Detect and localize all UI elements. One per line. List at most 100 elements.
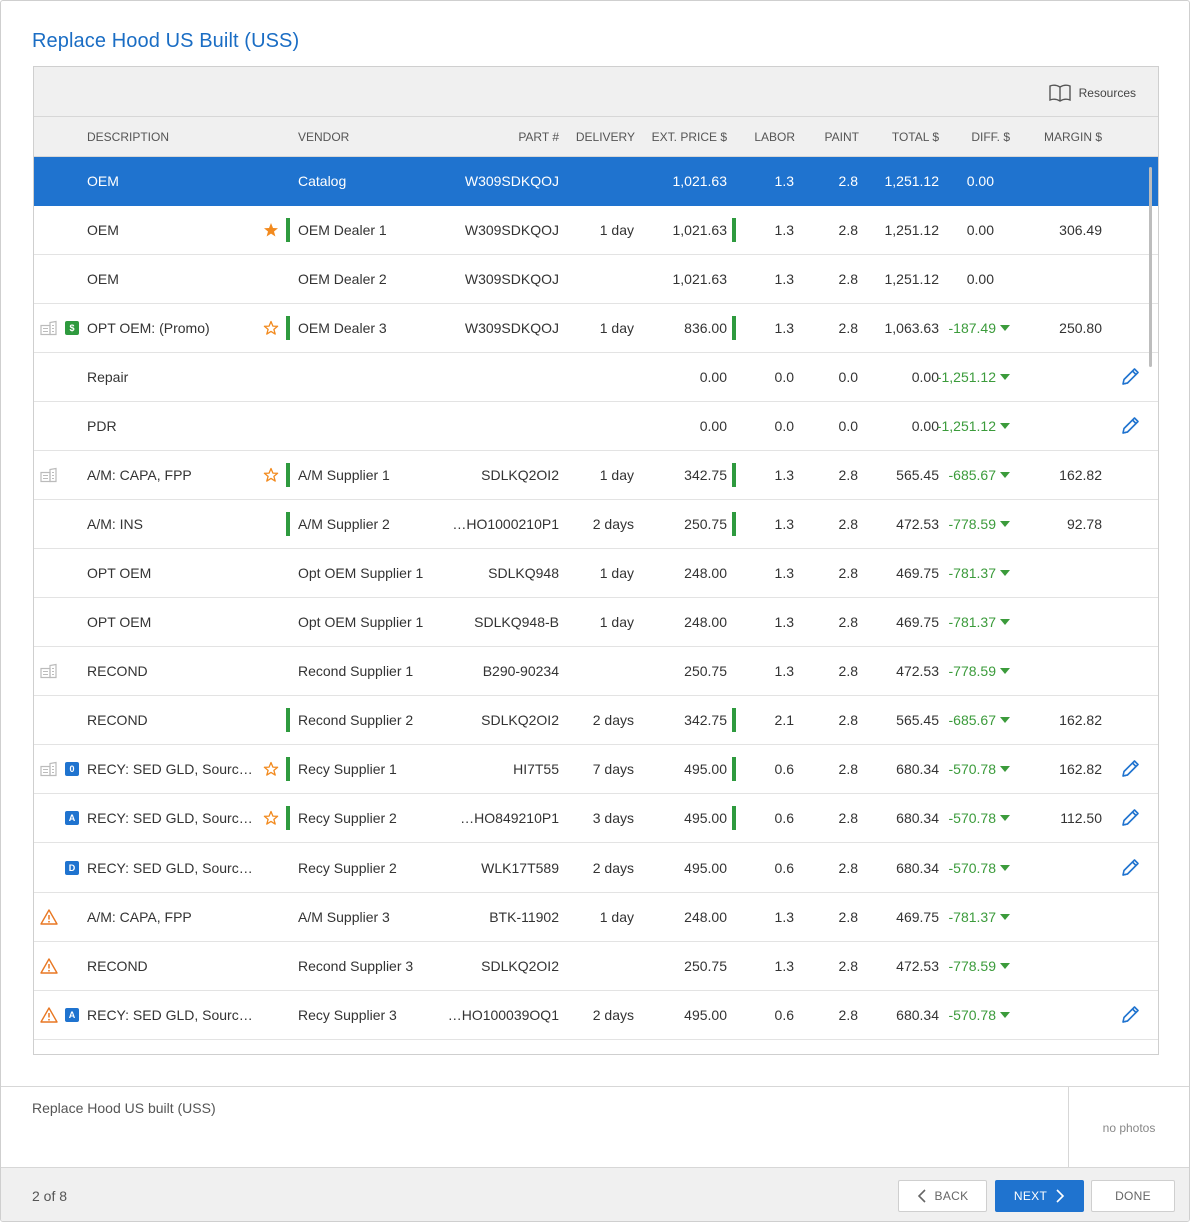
star-outline-icon[interactable]: [263, 810, 279, 826]
table-row[interactable]: A RECY: SED GLD, Source VI… Recy Supplier …: [34, 991, 1158, 1040]
cell-part: W309SDKQOJ: [464, 222, 559, 238]
table-row[interactable]: RECOND Recond Supplier 2 SDLKQ2OI2 2 days 34…: [34, 696, 1158, 745]
cell-part: B290-90234: [482, 663, 559, 679]
next-button[interactable]: NEXT: [995, 1180, 1084, 1212]
col-paint[interactable]: PAINT: [825, 130, 859, 144]
star-outline-icon[interactable]: [263, 761, 279, 777]
cell-labor: 0.6: [774, 810, 794, 826]
col-part[interactable]: PART #: [518, 130, 559, 144]
col-ext-price[interactable]: EXT. PRICE $: [652, 130, 727, 144]
col-diff[interactable]: DIFF. $: [971, 130, 1010, 144]
table-row[interactable]: OEM OEM Dealer 2 W309SDKQOJ 1,021.63 1.3 2.8 1…: [34, 255, 1158, 304]
cell-ext-price: 495.00: [684, 859, 727, 876]
table-row[interactable]: RECOND Recond Supplier 1 B290-90234 250.75 1…: [34, 647, 1158, 696]
done-button[interactable]: DONE: [1091, 1180, 1175, 1212]
cell-part: SDLKQ2OI2: [481, 958, 559, 974]
star-outline-icon[interactable]: [263, 320, 279, 336]
cell-labor: 1.3: [774, 320, 794, 336]
resources-button[interactable]: Resources: [1048, 82, 1136, 104]
cell-description: OEM: [87, 271, 119, 287]
col-margin[interactable]: MARGIN $: [1044, 130, 1102, 144]
cell-labor: 1.3: [774, 222, 794, 238]
cell-description: RECY: SED GLD, Source VI…: [87, 859, 259, 876]
cell-paint: 0.0: [838, 369, 858, 385]
scrollbar-thumb[interactable]: [1149, 167, 1152, 367]
cell-delivery: 7 days: [592, 761, 634, 777]
vendor-status-bar: [286, 708, 290, 732]
pencil-icon[interactable]: [1119, 415, 1141, 437]
dialog-title: Replace Hood US Built (USS): [32, 30, 300, 52]
table-row[interactable]: RECOND Recond Supplier 3 SDLKQ2OI2 250.75 1.…: [34, 942, 1158, 991]
warning-icon: [40, 909, 58, 925]
source-badge: A: [65, 1008, 79, 1022]
table-row[interactable]: A RECY: SED GLD, Source VI… Recy Supplier …: [34, 794, 1158, 843]
cell-ext-price: 1,021.63: [672, 222, 728, 238]
cell-paint: 2.8: [838, 810, 858, 826]
cell-total: 680.34: [896, 1007, 939, 1023]
col-labor[interactable]: LABOR: [754, 130, 795, 144]
cell-total: 0.00: [911, 418, 939, 434]
table-row[interactable]: $ OPT OEM: (Promo) OEM Dealer 3 W309SDKQOJ 1…: [34, 304, 1158, 353]
pencil-icon[interactable]: [1119, 366, 1141, 388]
cell-paint: 2.8: [838, 958, 858, 974]
table-row[interactable]: A/M: CAPA, FPP A/M Supplier 3 BTK-11902 1 d…: [34, 893, 1158, 942]
cell-ext-price: 250.75: [684, 663, 727, 679]
table-row[interactable]: A/M: INS A/M Supplier 2 …HO1000210P1 2 days…: [34, 500, 1158, 549]
cell-labor: 2.1: [774, 712, 794, 728]
col-description[interactable]: DESCRIPTION: [87, 130, 169, 144]
pencil-icon[interactable]: [1119, 807, 1141, 829]
cell-ext-price: 1,021.63: [672, 173, 728, 189]
parts-grid: Resources DESCRIPTION VENDOR PART # DELI…: [33, 66, 1159, 1055]
table-row[interactable]: A/M: CAPA, FPP A/M Supplier 1 SDLKQ2OI2 1 d…: [34, 451, 1158, 500]
cell-paint: 2.8: [838, 173, 858, 189]
cell-total: 1,251.12: [884, 222, 940, 238]
cell-paint: 0.0: [838, 418, 858, 434]
vendor-status-bar: [286, 512, 290, 536]
pencil-icon[interactable]: [1119, 857, 1141, 879]
table-row[interactable]: OPT OEM Opt OEM Supplier 1 SDLKQ948 1 day 24…: [34, 549, 1158, 598]
table-row[interactable]: D RECY: SED GLD, Source VI… Recy Supplier …: [34, 843, 1158, 893]
cell-ext-price: 495.00: [684, 1007, 727, 1023]
cell-vendor: Opt OEM Supplier 1: [298, 614, 424, 630]
back-button[interactable]: BACK: [898, 1180, 987, 1212]
table-row[interactable]: OEM OEM Dealer 1 W309SDKQOJ 1 day 1,021.63 1.…: [34, 206, 1158, 255]
cell-diff: -570.78: [949, 810, 1010, 826]
table-row[interactable]: Repair 0.00 0.0 0.0 0.00 -1,251.12: [34, 353, 1158, 402]
star-filled-icon[interactable]: [263, 222, 279, 238]
price-status-bar: [732, 757, 736, 781]
cell-labor: 1.3: [774, 516, 794, 532]
diff-value: -570.78: [948, 810, 996, 826]
table-row[interactable]: OEM Catalog W309SDKQOJ 1,021.63 1.3 2.8 1,251.…: [34, 157, 1158, 206]
pencil-icon[interactable]: [1119, 758, 1141, 780]
caret-down-icon: [1000, 325, 1010, 332]
cell-description: RECY: SED GLD, Source VI…: [87, 1007, 259, 1023]
cell-vendor: Recy Supplier 3: [298, 1007, 397, 1023]
vendor-status-bar: [286, 463, 290, 487]
cell-labor: 0.0: [774, 369, 794, 385]
cell-total: 0.00: [911, 369, 939, 385]
cell-paint: 2.8: [838, 467, 858, 483]
table-row[interactable]: PDR 0.00 0.0 0.0 0.00 -1,251.12: [34, 402, 1158, 451]
col-vendor[interactable]: VENDOR: [298, 130, 349, 144]
col-total[interactable]: TOTAL $: [892, 130, 939, 144]
cell-delivery: 1 day: [599, 320, 634, 336]
cell-labor: 0.6: [774, 1007, 794, 1023]
photos-panel[interactable]: no photos: [1068, 1087, 1189, 1168]
table-row[interactable]: OPT OEM Opt OEM Supplier 1 SDLKQ948-B 1 day…: [34, 598, 1158, 647]
col-delivery[interactable]: DELIVERY: [576, 130, 635, 144]
star-outline-icon[interactable]: [263, 467, 279, 483]
cell-part: HI7T55: [513, 761, 559, 777]
cell-labor: 1.3: [774, 958, 794, 974]
diff-value: -570.78: [948, 859, 996, 876]
cell-total: 469.75: [896, 614, 939, 630]
cell-vendor: OEM Dealer 2: [298, 271, 387, 287]
cell-ext-price: 342.75: [684, 467, 727, 483]
table-row[interactable]: 0 RECY: SED GLD, Source VI… Recy Supplier …: [34, 745, 1158, 794]
vendor-status-bar: [286, 218, 290, 242]
cell-labor: 0.6: [774, 761, 794, 777]
pencil-icon[interactable]: [1119, 1004, 1141, 1026]
diff-value: -685.67: [948, 712, 996, 728]
cell-ext-price: 248.00: [684, 909, 727, 925]
cell-vendor: OEM Dealer 1: [298, 222, 387, 238]
cell-labor: 0.6: [774, 859, 794, 876]
